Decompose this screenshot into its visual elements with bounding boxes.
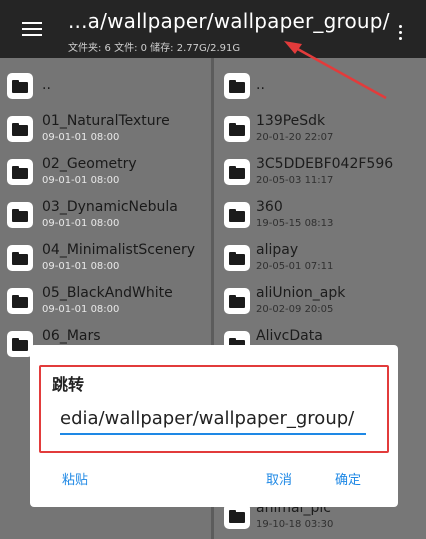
folder-icon (7, 159, 33, 185)
item-date: 09-01-01 08:00 (42, 132, 120, 143)
folder-icon (7, 73, 33, 99)
folder-icon (7, 202, 33, 228)
current-path-title[interactable]: ...a/wallpaper/wallpaper_group/ (68, 9, 390, 33)
item-date: 09-01-01 08:00 (42, 218, 120, 229)
more-options-icon[interactable] (397, 25, 403, 43)
list-item[interactable]: 02_Geometry 09-01-01 08:00 (0, 151, 211, 193)
item-date: 20-01-20 22:07 (256, 132, 334, 143)
folder-icon (224, 202, 250, 228)
folder-icon (224, 245, 250, 271)
item-name: 02_Geometry (42, 156, 137, 172)
item-date: 09-01-01 08:00 (42, 304, 120, 315)
item-name: .. (256, 77, 265, 93)
item-name: 360 (256, 199, 283, 215)
list-item[interactable]: aliUnion_apk 20-02-09 20:05 (214, 280, 426, 322)
item-name: 01_NaturalTexture (42, 113, 170, 129)
menu-icon[interactable] (22, 22, 42, 36)
item-name: aliUnion_apk (256, 285, 346, 301)
item-name: AlivcData (256, 328, 323, 344)
folder-icon (224, 288, 250, 314)
item-name: 06_Mars (42, 328, 101, 344)
folder-icon (7, 116, 33, 142)
app-bar: ...a/wallpaper/wallpaper_group/ 文件夹: 6 文… (0, 0, 426, 58)
item-name: .. (42, 77, 51, 93)
item-name: alipay (256, 242, 299, 258)
item-date: 09-01-01 08:00 (42, 175, 120, 186)
folder-icon (7, 288, 33, 314)
list-item[interactable]: 05_BlackAndWhite 09-01-01 08:00 (0, 280, 211, 322)
paste-button[interactable]: 粘贴 (62, 469, 88, 488)
item-name: 04_MinimalistScenery (42, 242, 196, 258)
item-date: 20-05-01 07:11 (256, 261, 334, 272)
item-name: 05_BlackAndWhite (42, 285, 173, 301)
jump-dialog: 跳转 粘贴 取消 确定 (30, 345, 398, 507)
list-item-parent[interactable]: .. (214, 65, 426, 107)
item-date: 19-05-15 08:13 (256, 218, 334, 229)
dialog-title: 跳转 (52, 375, 85, 394)
item-name: 3C5DDEBF042F596 (256, 156, 394, 172)
path-input[interactable] (60, 403, 366, 435)
item-name: 03_DynamicNebula (42, 199, 178, 215)
item-date: 19-10-18 03:30 (256, 519, 334, 530)
item-date: 09-01-01 08:00 (42, 261, 120, 272)
folder-icon (7, 245, 33, 271)
list-item[interactable]: 360 19-05-15 08:13 (214, 194, 426, 236)
confirm-button[interactable]: 确定 (335, 469, 361, 488)
folder-icon (224, 116, 250, 142)
list-item[interactable]: 04_MinimalistScenery 09-01-01 08:00 (0, 237, 211, 279)
list-item[interactable]: 01_NaturalTexture 09-01-01 08:00 (0, 108, 211, 150)
cancel-button[interactable]: 取消 (266, 469, 292, 488)
list-item[interactable]: 3C5DDEBF042F596 20-05-03 11:17 (214, 151, 426, 193)
item-date: 20-02-09 20:05 (256, 304, 334, 315)
folder-icon (224, 73, 250, 99)
folder-icon (224, 159, 250, 185)
list-item[interactable]: 03_DynamicNebula 09-01-01 08:00 (0, 194, 211, 236)
list-item-parent[interactable]: .. (0, 65, 211, 107)
item-name: 139PeSdk (256, 113, 326, 129)
item-date: 20-05-03 11:17 (256, 175, 334, 186)
list-item[interactable]: 139PeSdk 20-01-20 22:07 (214, 108, 426, 150)
list-item[interactable]: alipay 20-05-01 07:11 (214, 237, 426, 279)
folder-stats: 文件夹: 6 文件: 0 储存: 2.77G/2.91G (68, 43, 241, 54)
